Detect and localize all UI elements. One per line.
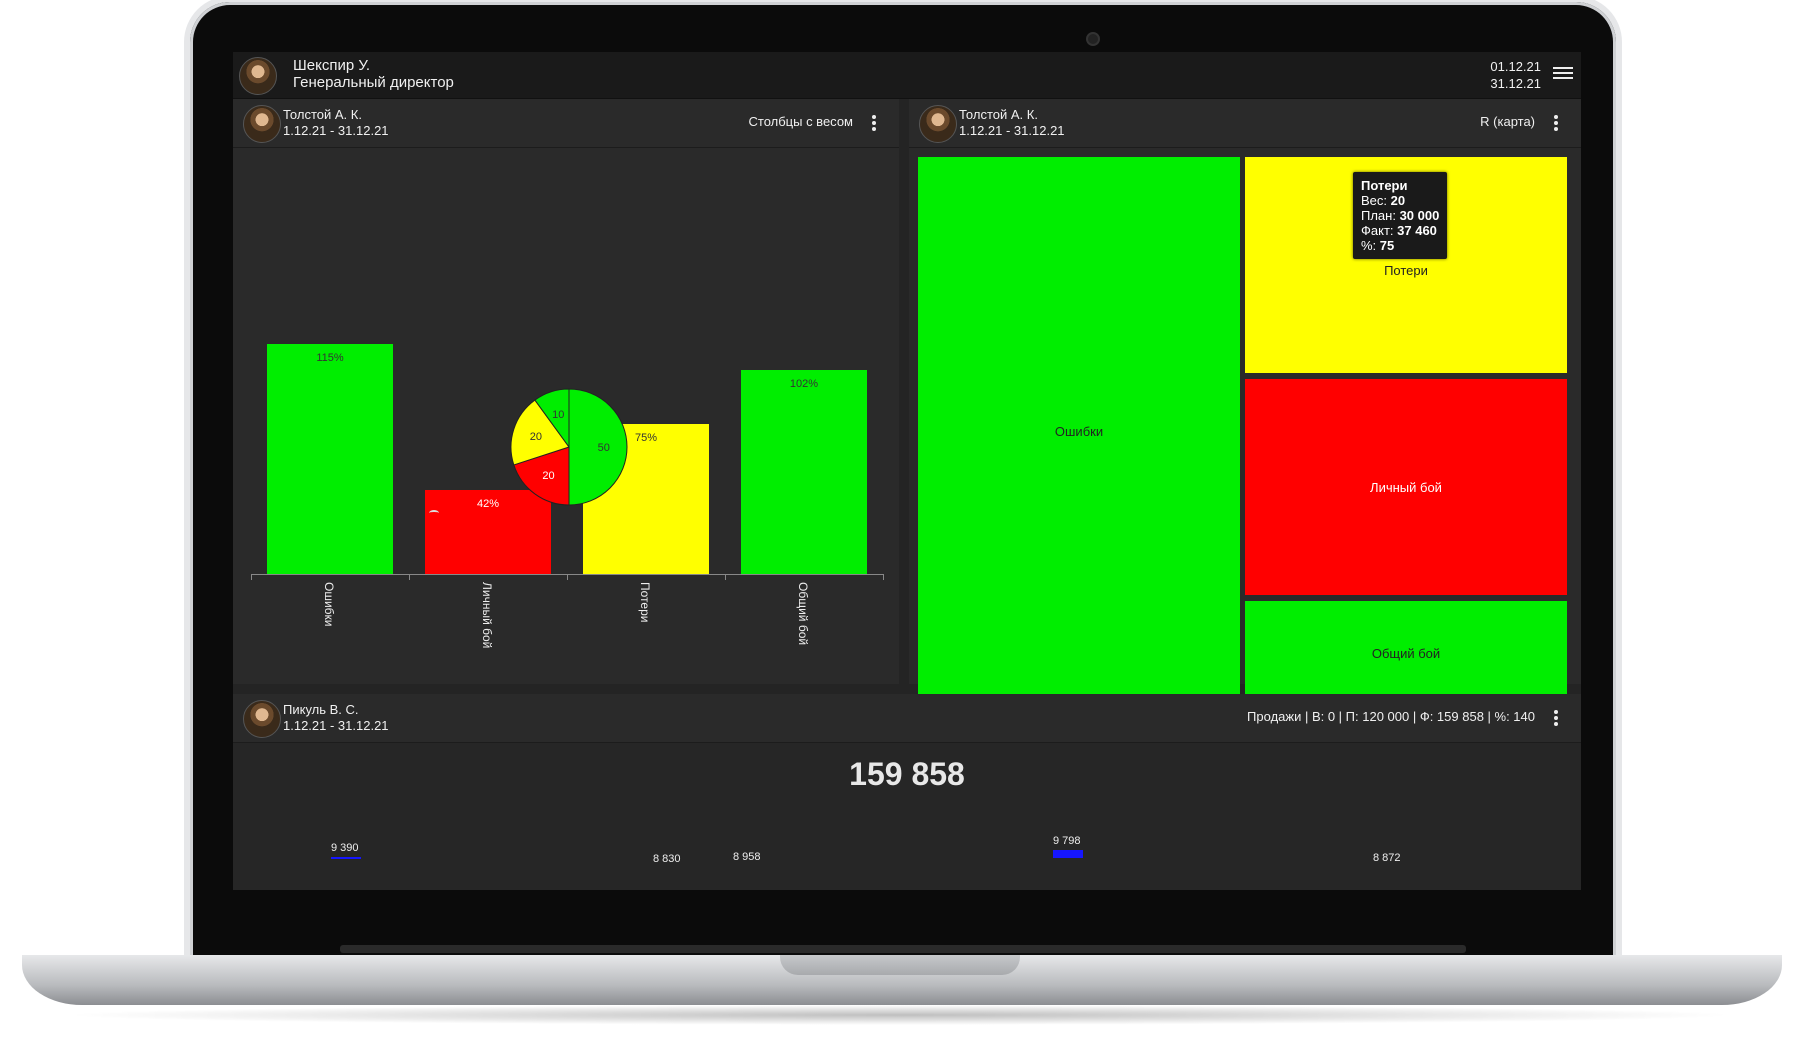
tooltip-plan: 30 000 xyxy=(1399,208,1440,223)
sales-total: 159 858 xyxy=(849,756,965,792)
panel-period: 1.12.21 - 31.12.21 xyxy=(283,123,389,138)
laptop-shadow xyxy=(60,1005,1740,1025)
treemap-cell-label: Потери xyxy=(1384,262,1428,278)
pie-slice-label: 20 xyxy=(530,431,542,443)
spark-value: 9 390 xyxy=(331,842,359,854)
spark-value: 8 958 xyxy=(733,851,761,863)
bar-value-label: 102% xyxy=(789,378,819,390)
panel-period: 1.12.21 - 31.12.21 xyxy=(959,123,1065,138)
category-label: Личный бой xyxy=(480,582,494,649)
current-user-name: Шекспир У. xyxy=(293,57,371,74)
panel-owner: Пикуль В. С. xyxy=(283,702,359,717)
app-screen: Шекспир У. Генеральный директор 01.12.21… xyxy=(233,52,1581,890)
tooltip-title: Потери xyxy=(1361,178,1408,193)
tooltip-fact-label: Факт: xyxy=(1361,223,1394,238)
panel-owner: Толстой А. К. xyxy=(959,107,1038,122)
x-tick xyxy=(883,574,884,580)
sales-panel: Пикуль В. С. 1.12.21 - 31.12.21 Продажи … xyxy=(233,694,1581,890)
avatar[interactable] xyxy=(239,57,277,95)
current-user-role: Генеральный директор xyxy=(293,74,454,91)
x-tick xyxy=(725,574,726,580)
panel-period: 1.12.21 - 31.12.21 xyxy=(283,718,389,733)
date-to: 31.12.21 xyxy=(1490,76,1541,91)
treemap-cell-personal-fight[interactable]: Личный бой xyxy=(1245,379,1567,595)
pie-slice-label: 10 xyxy=(552,409,564,421)
camera-icon xyxy=(1086,32,1100,46)
spark-value: 8 872 xyxy=(1373,852,1401,864)
date-from: 01.12.21 xyxy=(1490,59,1541,74)
treemap-cell-label: Ошибки xyxy=(1054,423,1104,439)
x-tick xyxy=(567,574,568,580)
avatar[interactable] xyxy=(243,700,281,738)
panel-header: Пикуль В. С. 1.12.21 - 31.12.21 Продажи … xyxy=(233,694,1581,743)
bar[interactable]: 102% xyxy=(741,370,867,574)
pie-slice-label: 20 xyxy=(542,470,554,482)
cursor-icon xyxy=(429,510,439,516)
x-tick xyxy=(251,574,252,580)
bar-chart-panel: Толстой А. К. 1.12.21 - 31.12.21 Столбцы… xyxy=(233,99,899,684)
tooltip-fact: 37 460 xyxy=(1397,223,1437,238)
treemap-cell-label: Общий бой xyxy=(1371,645,1441,661)
spark-bar xyxy=(1053,850,1083,858)
x-tick xyxy=(409,574,410,580)
pie-chart: 50 20 20 10 xyxy=(510,388,628,506)
panel-summary[interactable]: Продажи | В: 0 | П: 120 000 | Ф: 159 858… xyxy=(1247,709,1535,724)
treemap-panel: Толстой А. К. 1.12.21 - 31.12.21 R (карт… xyxy=(909,99,1581,705)
category-label: Потери xyxy=(638,582,652,623)
treemap-tooltip: Потери Вес: 20 План: 30 000 Факт: 37 460… xyxy=(1353,172,1448,259)
panel-title[interactable]: R (карта) xyxy=(1480,114,1535,129)
treemap-cell-errors[interactable]: Ошибки xyxy=(918,157,1240,705)
bar-value-label: 115% xyxy=(316,352,344,364)
tooltip-pct-label: %: xyxy=(1361,238,1377,253)
spark-value: 8 830 xyxy=(653,853,681,865)
category-label: Общий бой xyxy=(796,582,810,646)
category-label: Ошибки xyxy=(322,582,336,627)
tooltip-weight-label: Вес: xyxy=(1361,193,1388,208)
spark-bar xyxy=(331,857,361,859)
treemap-cell-label: Личный бой xyxy=(1370,479,1442,495)
screen-bezel-bar xyxy=(340,945,1466,953)
tooltip-weight: 20 xyxy=(1390,193,1406,208)
avatar[interactable] xyxy=(919,105,957,143)
avatar[interactable] xyxy=(243,105,281,143)
laptop-notch xyxy=(780,955,1020,975)
tooltip-plan-label: План: xyxy=(1361,208,1396,223)
more-options-icon[interactable] xyxy=(871,113,877,133)
panel-header: Толстой А. К. 1.12.21 - 31.12.21 R (карт… xyxy=(909,99,1581,148)
period-dates[interactable]: 01.12.21 31.12.21 xyxy=(1490,58,1541,92)
panel-title[interactable]: Столбцы с весом xyxy=(749,114,854,129)
more-options-icon[interactable] xyxy=(1553,708,1559,728)
panel-owner: Толстой А. К. xyxy=(283,107,362,122)
treemap-cell-common-fight[interactable]: Общий бой xyxy=(1245,601,1567,705)
spark-value: 9 798 xyxy=(1053,835,1081,847)
hamburger-menu-icon[interactable] xyxy=(1553,64,1573,84)
tooltip-pct: 75 xyxy=(1379,238,1395,253)
pie-slice-label: 50 xyxy=(598,442,610,454)
top-bar: Шекспир У. Генеральный директор 01.12.21… xyxy=(233,52,1581,99)
panel-header: Толстой А. К. 1.12.21 - 31.12.21 Столбцы… xyxy=(233,99,899,148)
more-options-icon[interactable] xyxy=(1553,113,1559,133)
bar[interactable]: 115% xyxy=(267,344,393,574)
